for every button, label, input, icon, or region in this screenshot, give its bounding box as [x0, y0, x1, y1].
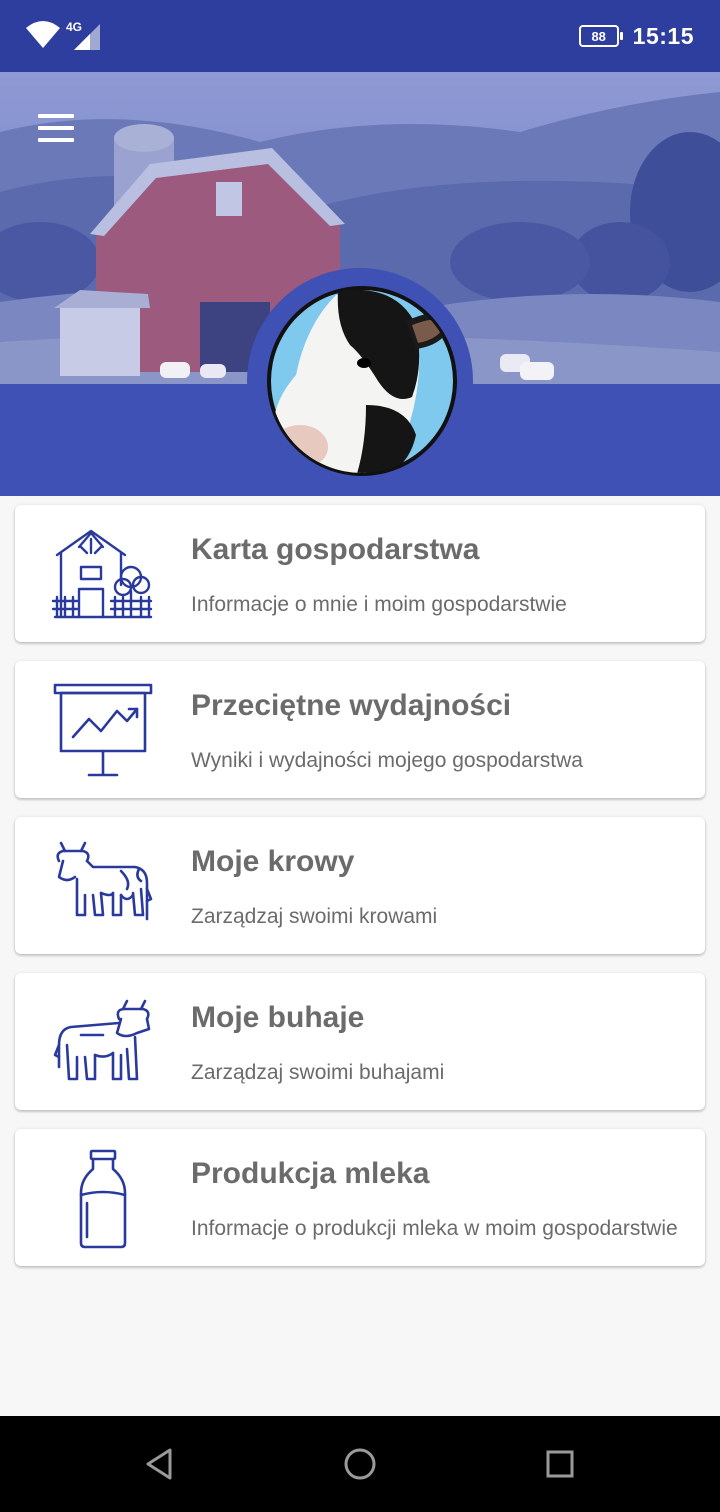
- back-icon[interactable]: [140, 1444, 180, 1484]
- header-banner: [0, 72, 720, 496]
- bull-icon: [53, 999, 151, 1081]
- status-right: 88 15:15: [578, 20, 694, 52]
- menu-card-cows[interactable]: Moje krowy Zarządzaj swoimi krowami: [15, 817, 705, 954]
- cow-icon: [56, 841, 153, 921]
- farmhouse-icon: [51, 529, 153, 619]
- menu-card-bulls[interactable]: Moje buhaje Zarządzaj swoimi buhajami: [15, 973, 705, 1110]
- card-title: Przeciętne wydajności: [191, 689, 512, 722]
- home-icon[interactable]: [340, 1444, 380, 1484]
- menu-button[interactable]: [30, 108, 82, 148]
- card-title: Moje buhaje: [191, 1001, 365, 1034]
- card-title: Produkcja mleka: [191, 1157, 430, 1190]
- card-subtitle: Zarządzaj swoimi buhajami: [191, 1061, 445, 1084]
- presentation-chart-icon: [53, 683, 153, 777]
- card-subtitle: Zarządzaj swoimi krowami: [191, 905, 438, 928]
- card-title: Karta gospodarstwa: [191, 533, 480, 566]
- cell-signal-icon: [74, 24, 100, 50]
- menu-card-milk[interactable]: Produkcja mleka Informacje o produkcji m…: [15, 1129, 705, 1266]
- card-subtitle: Informacje o mnie i moim gospodarstwie: [191, 593, 567, 616]
- clock: 15:15: [632, 22, 694, 49]
- system-nav-bar: [0, 1416, 720, 1512]
- battery-level: 88: [591, 28, 606, 44]
- status-bar: 4G 88 15:15: [0, 0, 720, 72]
- signal-indicators: 4G: [26, 18, 106, 52]
- card-subtitle: Informacje o produkcji mleka w moim gosp…: [191, 1217, 678, 1240]
- hamburger-menu-icon: [38, 114, 74, 118]
- milk-bottle-icon: [79, 1149, 127, 1249]
- card-subtitle: Wyniki i wydajności mojego gospodarstwa: [191, 749, 583, 772]
- cow-head-avatar[interactable]: [266, 285, 458, 477]
- menu-card-farm[interactable]: Karta gospodarstwa Informacje o mnie i m…: [15, 505, 705, 642]
- recents-icon[interactable]: [540, 1444, 580, 1484]
- menu-list: Karta gospodarstwa Informacje o mnie i m…: [15, 505, 705, 1285]
- menu-card-performance[interactable]: Przeciętne wydajności Wyniki i wydajnośc…: [15, 661, 705, 798]
- card-title: Moje krowy: [191, 845, 355, 878]
- battery-icon: 88: [578, 25, 623, 47]
